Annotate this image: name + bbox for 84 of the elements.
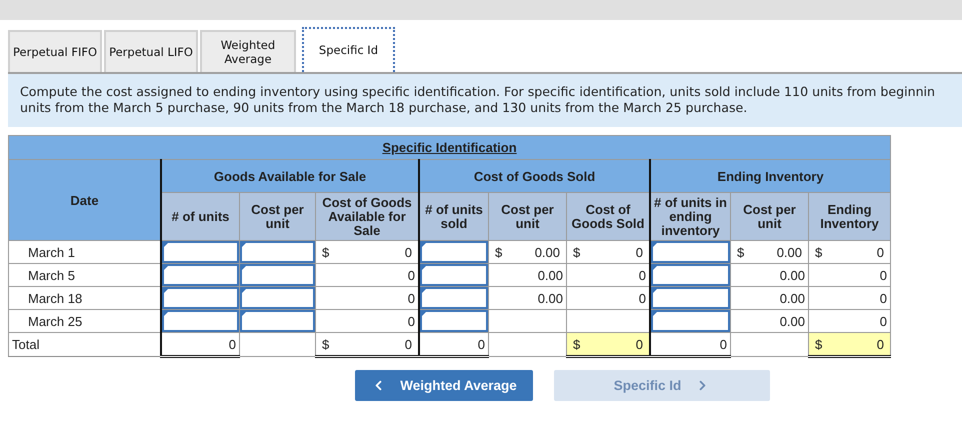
currency-symbol: $ [573, 244, 580, 260]
cell-value: 0.00 [780, 290, 806, 306]
input-field[interactable] [420, 310, 488, 332]
input-field[interactable] [651, 287, 730, 309]
cell-value: 0 [636, 244, 644, 260]
table-title: Specific Identification [382, 140, 517, 155]
group-header: Cost of Goods Sold [419, 160, 650, 192]
tab[interactable]: Weighted Average [200, 30, 296, 72]
cell-value: 0.00 [780, 268, 806, 282]
currency-symbol: $ [815, 244, 822, 260]
cell-value: 0.00 [538, 290, 564, 306]
tab[interactable]: Specific Id [302, 27, 395, 72]
input-field[interactable] [420, 287, 488, 309]
corner-marker-icon [652, 311, 658, 317]
currency-symbol: $ [322, 336, 330, 352]
instruction-text: Compute the cost assigned to ending inventory using specific identification. For specific identification, units sold include 110 units from beginnin units from the March 5 purchase, 90 units from the March 18 purchase, and 130 units from the March 25 purchase. [8, 72, 962, 127]
input-field[interactable] [240, 310, 315, 332]
input-field[interactable] [420, 241, 488, 263]
cell-value: 0.00 [538, 268, 564, 282]
cell-value: 0 [638, 290, 647, 306]
currency-symbol: $ [573, 336, 580, 352]
column-header: # of units in ending inventory [650, 192, 730, 240]
corner-marker-icon [652, 265, 658, 271]
input-field[interactable] [162, 310, 239, 332]
input-field[interactable] [162, 287, 239, 309]
currency-symbol: $ [495, 244, 502, 260]
column-header: Cost per unit [488, 192, 566, 240]
column-header: Cost per unit [240, 192, 316, 240]
column-header: # of units sold [419, 192, 488, 240]
cell-value: 0 [404, 336, 413, 352]
cell-value: 0.00 [776, 244, 803, 260]
input-field[interactable] [651, 310, 730, 332]
cell-value: 0.00 [534, 244, 561, 260]
input-field[interactable] [420, 264, 488, 286]
cell-value: 0.00 [780, 314, 806, 328]
cell-value: 0 [880, 268, 888, 282]
corner-marker-icon [163, 265, 169, 271]
corner-marker-icon [241, 242, 247, 248]
currency-symbol: $ [737, 244, 744, 260]
currency-symbol: $ [322, 244, 330, 260]
corner-marker-icon [241, 288, 247, 294]
tab[interactable]: Perpetual LIFO [104, 30, 198, 72]
input-field[interactable] [651, 241, 730, 263]
group-header: Ending Inventory [650, 160, 890, 192]
input-field[interactable] [240, 241, 315, 263]
cell-value: 0 [876, 336, 885, 352]
tab[interactable]: Perpetual FIFO [8, 30, 102, 72]
corner-marker-icon [652, 288, 658, 294]
cell-value: 0 [880, 314, 888, 328]
cell-value: 0 [408, 290, 416, 306]
cell-value: 0 [720, 336, 728, 352]
corner-marker-icon [241, 265, 247, 271]
group-header: Goods Available for Sale [161, 160, 419, 192]
cell-value: 0 [880, 290, 888, 306]
cell-value: 0 [478, 336, 486, 352]
corner-marker-icon [421, 265, 427, 271]
previous-button[interactable]: Weighted Average [355, 370, 533, 401]
currency-symbol: $ [815, 336, 822, 352]
cell-value: 0 [636, 336, 644, 352]
column-header: Cost of Goods Available for Sale [316, 192, 419, 240]
input-field[interactable] [162, 264, 239, 286]
corner-marker-icon [421, 311, 427, 317]
cell-value: 0 [228, 336, 237, 352]
corner-marker-icon [163, 242, 169, 248]
input-field[interactable] [651, 264, 730, 286]
column-header: Cost per unit [730, 192, 808, 240]
column-header: Date [8, 160, 161, 240]
corner-marker-icon [652, 242, 658, 248]
column-header: Ending Inventory [808, 192, 890, 240]
corner-marker-icon [421, 288, 427, 294]
column-header: # of units [161, 192, 240, 240]
input-field[interactable] [240, 264, 315, 286]
column-header: Cost of Goods Sold [566, 192, 650, 240]
cell-value: 0 [876, 244, 885, 260]
corner-marker-icon [421, 242, 427, 248]
corner-marker-icon [163, 311, 169, 317]
input-field[interactable] [162, 241, 239, 263]
corner-marker-icon [241, 311, 247, 317]
cell-value: 0 [408, 314, 416, 328]
corner-marker-icon [163, 288, 169, 294]
input-field[interactable] [240, 287, 315, 309]
cell-value: 0 [638, 268, 647, 282]
cell-value: 0 [408, 268, 416, 282]
cell-value: 0 [404, 244, 413, 260]
